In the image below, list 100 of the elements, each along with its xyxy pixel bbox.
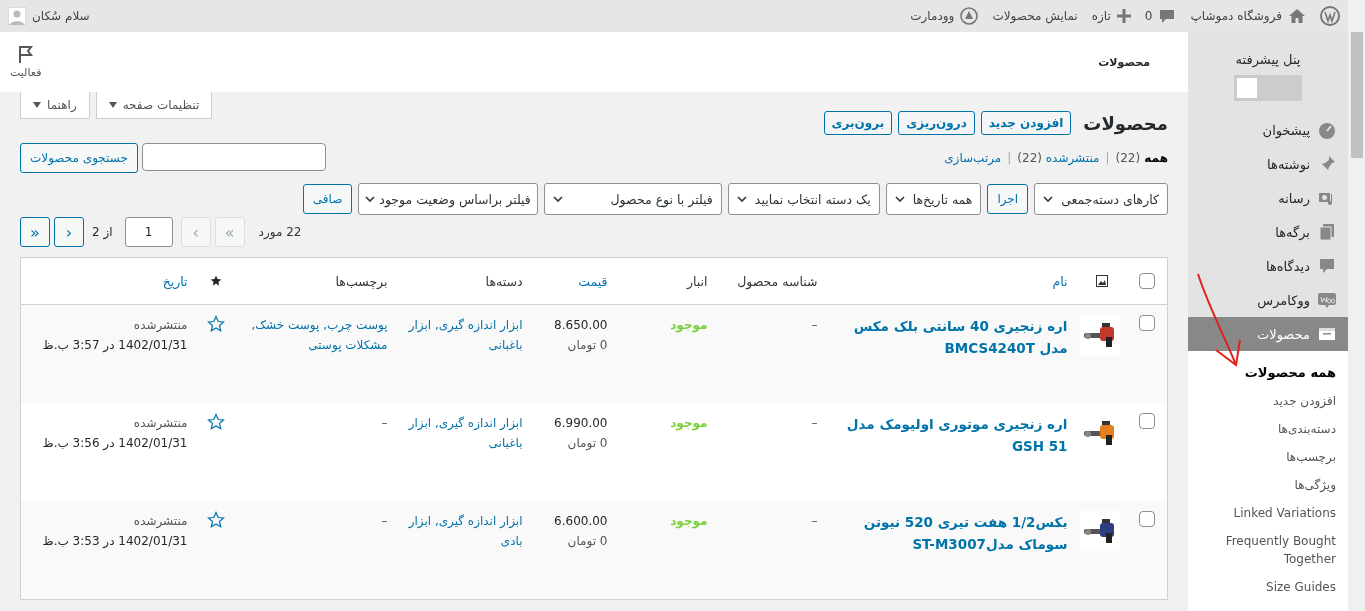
stock-status: موجود	[670, 318, 708, 332]
chevron-down-icon	[894, 196, 905, 202]
submenu-item[interactable]: همه محصولات	[1188, 359, 1348, 387]
post-status: منتشرشده	[132, 415, 188, 433]
comment-icon	[1318, 257, 1336, 275]
column-header: انبار	[686, 273, 708, 289]
column-sort-link[interactable]: قیمت	[578, 273, 608, 289]
menu-item[interactable]: ووکامرس	[1188, 283, 1348, 317]
row-checkbox[interactable]	[1139, 413, 1156, 429]
pages-icon	[1318, 223, 1336, 241]
post-date: 1402/01/31 در 3:56 ب.ظ	[41, 435, 188, 452]
archive-icon	[1318, 325, 1336, 343]
column-header: دسته‌ها	[485, 273, 523, 289]
panel-label: پنل پیشرفته	[1235, 52, 1301, 67]
dropdown[interactable]: فیلتر براساس وضعیت موجود	[358, 183, 538, 215]
category-links[interactable]: ابزار اندازه گیری, ابزار باغبانی	[403, 413, 523, 453]
submenu-item[interactable]: افزودن جدید	[1188, 387, 1348, 415]
chevron-down-icon	[552, 196, 563, 202]
theme-link[interactable]: وودمارت	[910, 9, 955, 23]
submenu-item[interactable]: برچسب‌ها	[1188, 443, 1348, 471]
submenu-item[interactable]: ویژگی‌ها	[1188, 471, 1348, 499]
sku-cell: –	[811, 416, 818, 430]
tag-links: –	[380, 513, 388, 530]
menu-item[interactable]: برگه‌ها	[1188, 215, 1348, 249]
chevron-down-icon	[365, 196, 376, 202]
column-sort-link[interactable]: تاریخ	[162, 273, 188, 289]
plus-icon[interactable]	[1116, 9, 1131, 23]
row-checkbox[interactable]	[1139, 315, 1156, 331]
page-button[interactable]: ›	[54, 217, 84, 247]
comment-icon[interactable]	[1158, 7, 1177, 25]
product-name-link[interactable]: اره زنجیری موتوری اولیومک مدل GSH 51	[833, 413, 1068, 457]
dropdown[interactable]: فیلتر با نوع محصول	[543, 183, 722, 215]
home-icon[interactable]	[1288, 7, 1306, 25]
page-field[interactable]: 1	[124, 217, 173, 247]
price-amount: 6.600.00	[553, 513, 608, 530]
menu-item[interactable]: پیشخوان	[1188, 113, 1348, 147]
title-button[interactable]: درون‌ریزی	[898, 111, 975, 135]
screen-tab[interactable]: تنظیمات صفحه	[95, 92, 213, 119]
view-products-link[interactable]: نمایش محصولات	[992, 9, 1078, 23]
activity-link[interactable]: فعالیت	[10, 66, 42, 79]
menu-item[interactable]: رسانه	[1188, 181, 1348, 215]
page-button[interactable]: »	[20, 217, 50, 247]
user-greeting[interactable]: سلام سُکان	[32, 9, 90, 23]
price-currency: 0 تومان	[566, 435, 608, 453]
dropdown[interactable]: کارهای دسته‌جمعی	[1034, 183, 1168, 215]
header-title: محصولات	[1098, 55, 1150, 69]
stock-status: موجود	[670, 416, 708, 430]
post-status: منتشرشده	[132, 317, 188, 335]
submenu-item[interactable]: دسته‌بندی‌ها	[1188, 415, 1348, 443]
post-date: 1402/01/31 در 3:53 ب.ظ	[41, 533, 188, 550]
post-status: منتشرشده	[132, 513, 188, 531]
search-field[interactable]	[141, 143, 326, 171]
column-header: برچسب‌ها	[335, 273, 388, 289]
submenu-item[interactable]: Frequently Bought Together	[1188, 527, 1348, 573]
wordpress-logo-icon[interactable]	[1320, 6, 1340, 26]
tag-links: –	[380, 415, 388, 432]
title-button[interactable]: برون‌بری	[823, 111, 893, 135]
flag-icon[interactable]	[16, 45, 35, 63]
submenu-item[interactable]: Linked Variations	[1188, 499, 1348, 527]
comment-count[interactable]: 0	[1144, 9, 1153, 23]
row-checkbox[interactable]	[1139, 511, 1156, 527]
new-link[interactable]: تازه	[1091, 9, 1111, 23]
dashboard-icon	[1318, 121, 1336, 139]
sku-cell: –	[811, 318, 818, 332]
featured-star-icon[interactable]	[206, 511, 225, 529]
post-date: 1402/01/31 در 3:57 ب.ظ	[41, 337, 188, 354]
dropdown[interactable]: همه تاریخ‌ها	[885, 183, 982, 215]
menu-item[interactable]: نوشته‌ها	[1188, 147, 1348, 181]
separator: |	[1007, 151, 1012, 165]
star-icon	[209, 275, 222, 287]
price-currency: 0 تومان	[566, 533, 608, 551]
menu-item[interactable]: محصولات	[1188, 317, 1348, 351]
featured-star-icon[interactable]	[206, 315, 225, 333]
menu-item[interactable]: دیدگاه‌ها	[1188, 249, 1348, 283]
page-total: از 2	[92, 225, 113, 239]
title-button[interactable]: افزودن جدید	[980, 111, 1072, 135]
caret-icon	[33, 102, 41, 108]
sku-cell: –	[811, 514, 818, 528]
woo-icon	[1318, 291, 1336, 309]
column-sort-link[interactable]: نام	[1052, 273, 1068, 289]
filter-button[interactable]: اجرا	[987, 184, 1029, 214]
chevron-down-icon	[736, 196, 747, 202]
image-icon	[1095, 275, 1108, 287]
price-amount: 6.990.00	[553, 415, 608, 432]
filter-button[interactable]: صافی	[302, 184, 353, 214]
dropdown[interactable]: یک دسته انتخاب نمایید	[727, 183, 880, 215]
toggle-switch[interactable]	[1234, 75, 1302, 101]
stock-status: موجود	[670, 514, 708, 528]
avatar-icon[interactable]	[8, 7, 26, 25]
item-count: 22 مورد	[258, 225, 302, 239]
search-button[interactable]: جستجوی محصولات	[20, 143, 138, 173]
price-currency: 0 تومان	[566, 337, 608, 355]
view-link[interactable]: مرتب‌سازی	[944, 151, 1002, 165]
page-title: محصولات	[1083, 112, 1168, 134]
select-all-checkbox[interactable]	[1139, 273, 1156, 289]
column-header: شناسه محصول	[737, 273, 818, 289]
screen-tab[interactable]: راهنما	[20, 92, 90, 119]
submenu-item[interactable]: Size Guides	[1188, 573, 1348, 601]
featured-star-icon[interactable]	[206, 413, 225, 431]
site-name-link[interactable]: فروشگاه دموشاپ	[1190, 9, 1282, 23]
